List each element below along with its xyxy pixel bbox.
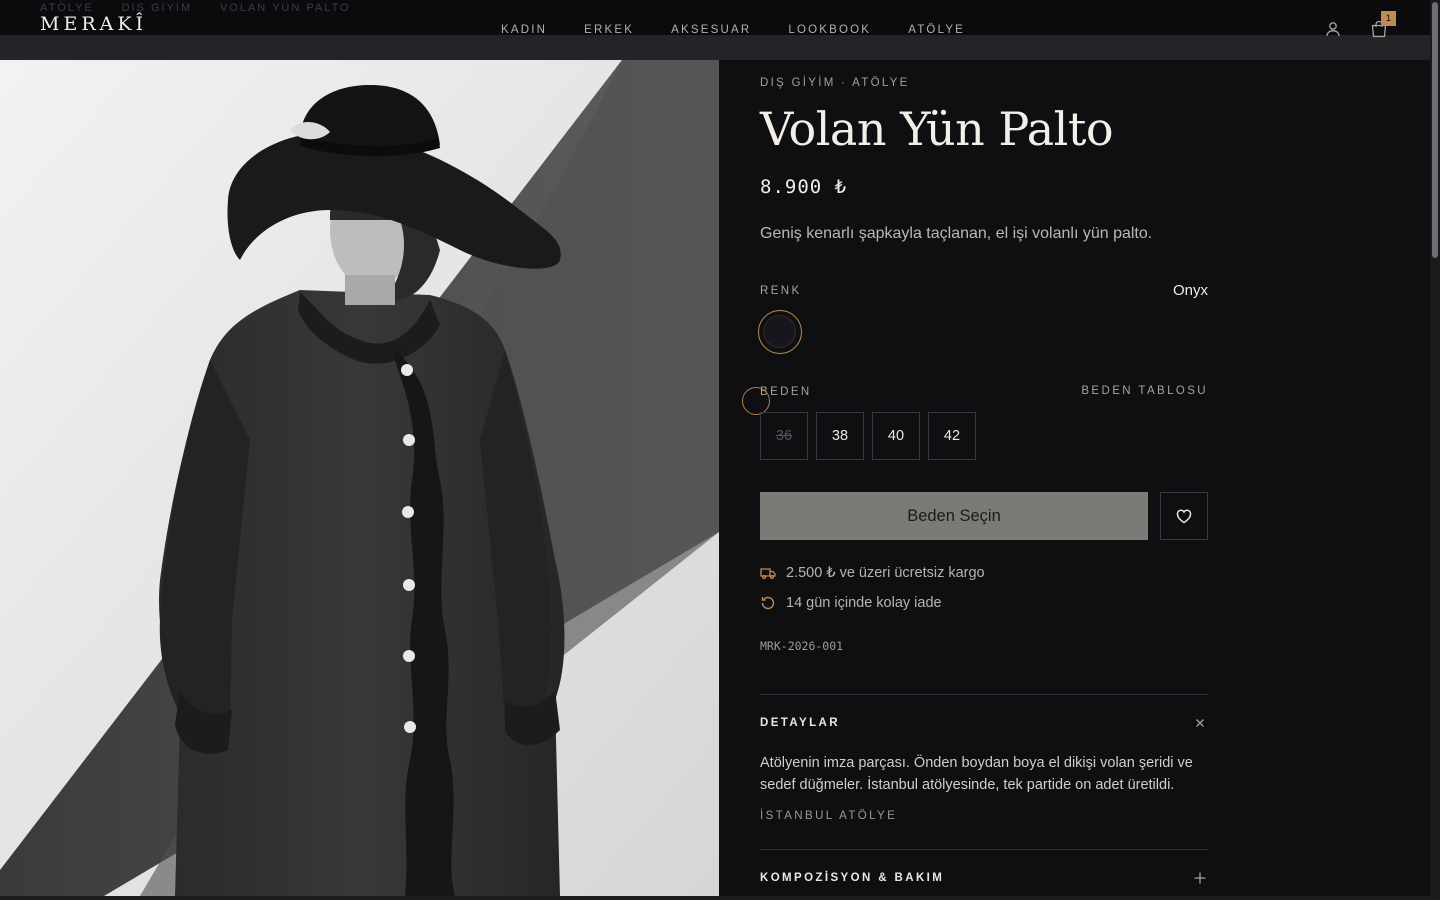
cart-count-badge: 1 — [1381, 11, 1396, 26]
accordion-details-title[interactable]: DETAYLAR — [760, 717, 840, 729]
size-option-38[interactable]: 38 — [816, 412, 864, 460]
size-selector: 36 38 40 42 — [760, 412, 984, 460]
origin-label: İSTANBUL ATÖLYE — [760, 810, 898, 822]
divider — [760, 694, 1208, 695]
color-swatch-onyx[interactable] — [763, 315, 796, 348]
nav-item-lookbook[interactable]: LOOKBOOK — [788, 24, 871, 36]
add-to-cart-button[interactable]: Beden Seçin — [760, 492, 1148, 540]
plus-icon[interactable] — [1192, 870, 1208, 886]
size-chart-link[interactable]: BEDEN TABLOSU — [1081, 385, 1208, 397]
truck-icon — [760, 568, 776, 580]
return-icon — [761, 596, 775, 610]
product-image[interactable] — [0, 60, 719, 896]
product-category: DIŞ GİYİM · ATÖLYE — [760, 77, 910, 89]
color-label: RENK — [760, 285, 802, 297]
main-nav: KADIN ERKEK AKSESUAR LOOKBOOK ATÖLYE — [501, 24, 1002, 36]
accordion-details-body: Atölyenin imza parçası. Önden boydan boy… — [760, 755, 1193, 793]
product-sku: MRK-2026-001 — [760, 639, 844, 653]
selected-color-name: Onyx — [1172, 282, 1208, 299]
nav-item-erkek[interactable]: ERKEK — [584, 24, 634, 36]
cursor-indicator — [742, 387, 770, 415]
product-description: Geniş kenarlı şapkayla taçlanan, el işi … — [760, 225, 1153, 242]
product-price: 8.900 ₺ — [760, 176, 848, 198]
shipping-perk: 2.500 ₺ ve üzeri ücretsiz kargo — [760, 565, 985, 581]
heart-icon — [1176, 509, 1192, 524]
model-photo — [0, 60, 719, 896]
close-icon[interactable] — [1192, 715, 1208, 731]
shipping-perk-text: 2.500 ₺ ve üzeri ücretsiz kargo — [786, 565, 985, 581]
nav-item-atolye[interactable]: ATÖLYE — [908, 24, 965, 36]
page-bottom-edge — [0, 896, 1430, 900]
color-swatch-selected[interactable] — [758, 310, 802, 354]
breadcrumb-separator: · — [203, 2, 209, 14]
breadcrumb-current: VOLAN YÜN PALTO — [219, 2, 351, 14]
accordion-composition-title[interactable]: KOMPOZİSYON & BAKIM — [760, 872, 944, 884]
user-icon[interactable] — [1322, 18, 1344, 40]
return-perk: 14 gün içinde kolay iade — [760, 595, 942, 611]
size-option-42[interactable]: 42 — [928, 412, 976, 460]
return-perk-text: 14 gün içinde kolay iade — [786, 595, 942, 611]
nav-item-aksesuar[interactable]: AKSESUAR — [671, 24, 751, 36]
scrollbar-thumb[interactable] — [1432, 2, 1438, 258]
divider — [760, 849, 1208, 850]
size-option-40[interactable]: 40 — [872, 412, 920, 460]
product-title: Volan Yün Palto — [760, 102, 1114, 156]
nav-item-kadin[interactable]: KADIN — [501, 24, 547, 36]
header-shadow-bar — [0, 35, 1430, 60]
wishlist-button[interactable] — [1160, 492, 1208, 540]
brand-logo[interactable]: MERAKÎ — [40, 15, 147, 34]
size-option-36: 36 — [760, 412, 808, 460]
scrollbar[interactable] — [1430, 0, 1440, 900]
